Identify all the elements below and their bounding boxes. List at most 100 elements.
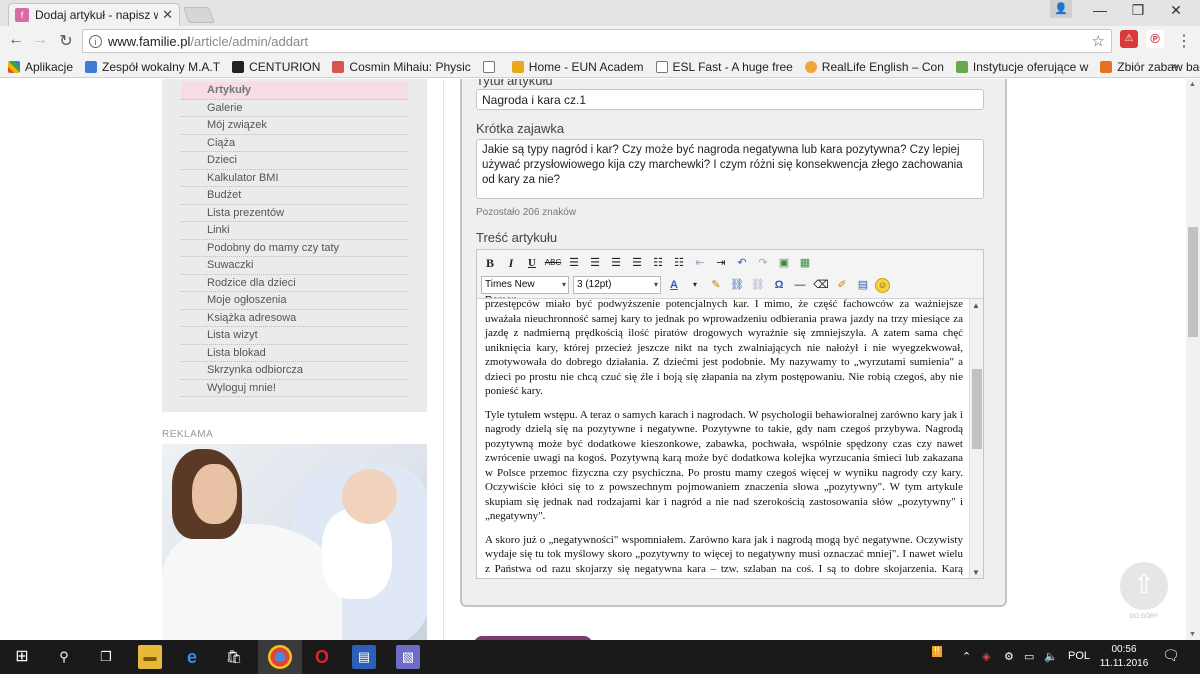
sidebar-item[interactable]: Rodzice dla dzieci — [181, 275, 408, 292]
align-center-icon[interactable]: ☰ — [586, 254, 604, 272]
sidebar-item[interactable]: Suwaczki — [181, 257, 408, 275]
bookmark-apps[interactable]: Aplikacje — [8, 60, 73, 74]
info-icon[interactable]: i — [89, 34, 102, 48]
numbered-list-icon[interactable]: ☷ — [670, 254, 688, 272]
bookmark-star-icon[interactable]: ☆ — [1092, 32, 1105, 50]
sidebar-item[interactable]: Budżet — [181, 187, 408, 205]
title-input[interactable]: Nagroda i kara cz.1 — [476, 89, 984, 110]
special-char-icon[interactable]: Ω — [770, 276, 788, 294]
forward-arrow-icon[interactable]: → — [30, 31, 50, 49]
opera-icon[interactable]: O — [310, 645, 334, 669]
bullet-list-icon[interactable]: ☷ — [649, 254, 667, 272]
sidebar-item[interactable]: Książka adresowa — [181, 310, 408, 327]
action-center-icon[interactable]: 🗨 — [1162, 647, 1180, 664]
text-color-icon[interactable]: A — [665, 276, 683, 294]
highlight-color-icon[interactable]: ✎ — [707, 276, 725, 294]
edge-icon[interactable]: e — [180, 645, 204, 669]
undo-icon[interactable]: ↶ — [733, 254, 751, 272]
unlink-icon[interactable]: ⛓ — [749, 276, 767, 294]
indent-icon[interactable]: ⇥ — [712, 254, 730, 272]
pinterest-icon[interactable]: ℗ — [1146, 30, 1164, 48]
new-tab-button[interactable] — [183, 7, 215, 23]
profile-icon[interactable]: 👤 — [1050, 0, 1072, 18]
editor-scrollbar[interactable]: ▲ ▼ — [969, 299, 983, 578]
sidebar-item[interactable]: Artykuły — [181, 82, 408, 100]
close-tab-icon[interactable]: ✕ — [162, 7, 173, 23]
outdent-icon[interactable]: ⇤ — [691, 254, 709, 272]
network-icon[interactable]: ⚙ — [1004, 650, 1014, 663]
page-scrollbar[interactable]: ▲ ▼ — [1186, 79, 1200, 640]
insert-image-icon[interactable]: ▣ — [775, 254, 793, 272]
sidebar-item[interactable]: Linki — [181, 222, 408, 240]
bookmarks-more-button[interactable]: » — [1171, 59, 1178, 73]
search-icon[interactable]: ⚲ — [52, 645, 76, 669]
editor-scroll-thumb[interactable] — [972, 369, 982, 449]
task-view-icon[interactable]: ❐ — [94, 645, 118, 669]
sidebar-item[interactable]: Kalkulator BMI — [181, 170, 408, 187]
ad-image[interactable] — [162, 444, 427, 640]
strikethrough-button[interactable]: ABC — [544, 254, 562, 272]
restore-icon[interactable]: ❐ — [1118, 2, 1158, 19]
bookmark-item[interactable]: Zbiór zabaw badawcz — [1100, 60, 1200, 74]
align-justify-icon[interactable]: ☰ — [628, 254, 646, 272]
battery-icon[interactable]: ▭ — [1024, 650, 1034, 663]
sidebar-item[interactable]: Galerie — [181, 100, 408, 117]
minimize-icon[interactable]: — — [1080, 2, 1120, 18]
reload-icon[interactable]: ↻ — [56, 31, 76, 51]
scroll-up-icon[interactable]: ▲ — [972, 301, 980, 310]
align-right-icon[interactable]: ☰ — [607, 254, 625, 272]
notification-warning-icon[interactable]: !! — [932, 646, 942, 657]
sidebar-item[interactable]: Wyloguj mnie! — [181, 380, 408, 397]
scroll-down-icon[interactable]: ▼ — [1189, 631, 1196, 638]
windows-start-icon[interactable]: ⊞ — [10, 645, 34, 669]
extension-red-icon[interactable]: ⚠ — [1120, 30, 1138, 48]
bookmark-item[interactable] — [482, 60, 500, 73]
back-arrow-icon[interactable]: ← — [6, 31, 26, 49]
close-window-icon[interactable]: ✕ — [1156, 2, 1196, 19]
sidebar-item[interactable]: Mój związek — [181, 117, 408, 135]
bookmark-item[interactable]: ESL Fast - A huge free — [655, 60, 793, 74]
tray-app-icon[interactable]: ◈ — [982, 650, 990, 663]
page-scroll-thumb[interactable] — [1188, 227, 1198, 337]
address-bar[interactable]: i www.familie.pl /article/admin/addart ☆ — [82, 29, 1112, 53]
sidebar-item[interactable]: Podobny do mamy czy taty — [181, 240, 408, 257]
dropdown-arrow-icon[interactable]: ▾ — [686, 276, 704, 294]
horizontal-rule-icon[interactable]: — — [791, 276, 809, 294]
volume-icon[interactable]: 🔈 — [1044, 650, 1058, 663]
system-clock[interactable]: 00:56 11.11.2016 — [1098, 643, 1150, 671]
sidebar-item[interactable]: Moje ogłoszenia — [181, 292, 408, 310]
insert-link-icon[interactable]: ⛓ — [728, 276, 746, 294]
store-icon[interactable]: 🛍 — [222, 645, 246, 669]
underline-button[interactable]: U — [523, 254, 541, 272]
sidebar-item[interactable]: Skrzynka odbiorcza — [181, 362, 408, 380]
font-size-select[interactable]: 3 (12pt) ▾ — [573, 276, 661, 294]
back-to-top-button[interactable]: ⇧ — [1120, 562, 1168, 610]
scroll-up-icon[interactable]: ▲ — [1189, 81, 1196, 88]
language-indicator[interactable]: POL — [1068, 650, 1090, 662]
align-left-icon[interactable]: ☰ — [565, 254, 583, 272]
sidebar-item[interactable]: Lista wizyt — [181, 327, 408, 345]
emoticon-icon[interactable]: ☺ — [875, 277, 890, 293]
font-family-select[interactable]: Times New Roman▾ — [481, 276, 569, 306]
sidebar-item[interactable]: Lista blokad — [181, 345, 408, 362]
remove-format-icon[interactable]: ⌫ — [812, 276, 830, 294]
scroll-down-icon[interactable]: ▼ — [972, 568, 980, 577]
sidebar-item[interactable]: Dzieci — [181, 152, 408, 170]
bookmark-item[interactable]: CENTURION — [232, 60, 320, 74]
bookmark-item[interactable]: Home - EUN Academ — [511, 60, 644, 74]
italic-button[interactable]: I — [502, 254, 520, 272]
browser-tab[interactable]: f Dodaj artykuł - napisz wł ✕ — [8, 3, 180, 26]
editor-content-area[interactable]: przestępców miało być podwyższenie poten… — [477, 298, 983, 578]
image-app-icon[interactable]: ▧ — [396, 645, 420, 669]
word-document-icon[interactable]: ▤ — [352, 645, 376, 669]
chrome-icon[interactable] — [268, 645, 292, 669]
bookmark-item[interactable]: RealLife English – Con — [804, 60, 944, 74]
bold-button[interactable]: B — [481, 254, 499, 272]
chrome-menu-icon[interactable]: ⋮ — [1174, 31, 1194, 51]
file-explorer-icon[interactable]: ▬ — [138, 645, 162, 669]
redo-icon[interactable]: ↷ — [754, 254, 772, 272]
chevron-up-icon[interactable]: ⌃ — [962, 650, 971, 663]
teaser-textarea[interactable]: Jakie są typy nagród i kar? Czy może być… — [476, 139, 984, 199]
bookmark-item[interactable]: Zespół wokalny M.A.T — [85, 60, 220, 74]
insert-media-icon[interactable]: ▦ — [796, 254, 814, 272]
